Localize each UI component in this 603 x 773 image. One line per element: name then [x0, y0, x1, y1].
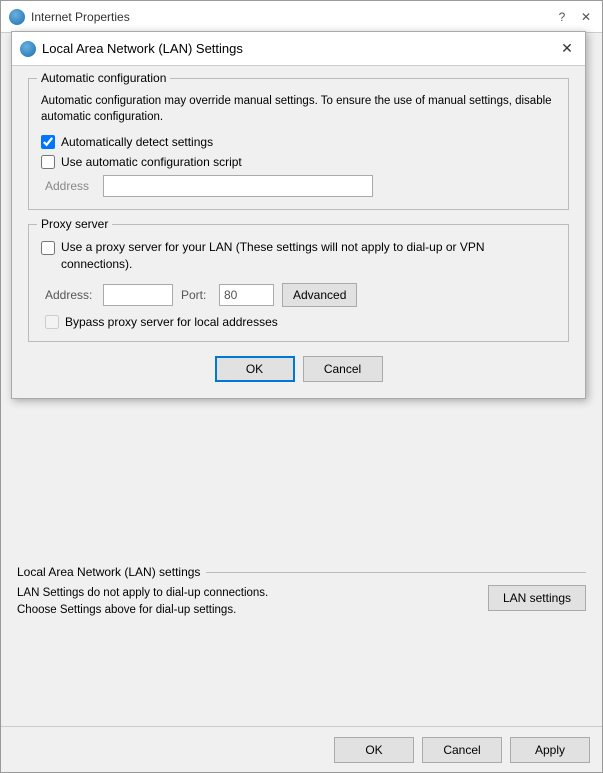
auto-address-row: Address — [41, 175, 556, 197]
use-script-label: Use automatic configuration script — [61, 155, 242, 169]
lan-cancel-button[interactable]: Cancel — [303, 356, 383, 382]
lan-info-row: LAN Settings do not apply to dial-up con… — [17, 585, 586, 618]
auto-detect-checkbox[interactable] — [41, 135, 55, 149]
auto-detect-label: Automatically detect settings — [61, 135, 213, 149]
auto-detect-row: Automatically detect settings — [41, 135, 556, 149]
proxy-address-label: Address: — [45, 288, 95, 302]
outer-titlebar-icons: ? ✕ — [554, 9, 594, 25]
lan-titlebar-left: Local Area Network (LAN) Settings — [20, 41, 243, 57]
auto-config-content: Automatic configuration may override man… — [41, 87, 556, 197]
lan-titlebar: Local Area Network (LAN) Settings ✕ — [12, 32, 585, 66]
bypass-label: Bypass proxy server for local addresses — [65, 315, 278, 329]
proxy-address-input[interactable] — [103, 284, 173, 306]
proxy-server-group: Proxy server Use a proxy server for your… — [28, 224, 569, 342]
outer-window-title: Internet Properties — [31, 10, 130, 24]
lan-section: Local Area Network (LAN) settings LAN Se… — [17, 565, 586, 634]
bypass-row: Bypass proxy server for local addresses — [41, 315, 556, 329]
auto-config-group: Automatic configuration Automatic config… — [28, 78, 569, 210]
lan-body: Automatic configuration Automatic config… — [12, 66, 585, 398]
globe-icon — [9, 9, 25, 25]
lan-settings-button[interactable]: LAN settings — [488, 585, 586, 611]
use-script-checkbox[interactable] — [41, 155, 55, 169]
bottom-ok-button[interactable]: OK — [334, 737, 414, 763]
bottom-cancel-button[interactable]: Cancel — [422, 737, 502, 763]
lan-dialog-buttons: OK Cancel — [28, 356, 569, 382]
lan-ok-button[interactable]: OK — [215, 356, 295, 382]
auto-config-group-label: Automatic configuration — [37, 71, 170, 85]
auto-config-info: Automatic configuration may override man… — [41, 93, 556, 125]
lan-dialog: Local Area Network (LAN) Settings ✕ Auto… — [11, 31, 586, 399]
auto-address-label: Address — [45, 179, 95, 193]
bottom-apply-button[interactable]: Apply — [510, 737, 590, 763]
lan-close-button[interactable]: ✕ — [557, 39, 577, 59]
outer-window: Internet Properties ? ✕ Local Area Netwo… — [0, 0, 603, 773]
outer-titlebar-left: Internet Properties — [9, 9, 130, 25]
use-script-row: Use automatic configuration script — [41, 155, 556, 169]
use-proxy-checkbox[interactable] — [41, 241, 55, 255]
lan-dialog-title: Local Area Network (LAN) Settings — [42, 41, 243, 56]
help-icon[interactable]: ? — [554, 9, 570, 25]
proxy-server-content: Use a proxy server for your LAN (These s… — [41, 233, 556, 329]
proxy-port-label: Port: — [181, 288, 211, 302]
outer-titlebar: Internet Properties ? ✕ — [1, 1, 602, 33]
lan-globe-icon — [20, 41, 36, 57]
use-proxy-label: Use a proxy server for your LAN (These s… — [61, 239, 551, 273]
advanced-button[interactable]: Advanced — [282, 283, 357, 307]
use-proxy-row: Use a proxy server for your LAN (These s… — [41, 239, 556, 273]
bypass-checkbox[interactable] — [45, 315, 59, 329]
proxy-port-input[interactable] — [219, 284, 274, 306]
lan-section-divider — [206, 572, 586, 573]
auto-address-input[interactable] — [103, 175, 373, 197]
proxy-address-row: Address: Port: Advanced — [41, 283, 556, 307]
lan-section-label: Local Area Network (LAN) settings — [17, 565, 200, 579]
bottom-bar: OK Cancel Apply — [1, 726, 602, 772]
lan-section-label-row: Local Area Network (LAN) settings — [17, 565, 586, 579]
close-outer-icon[interactable]: ✕ — [578, 9, 594, 25]
lan-info-text: LAN Settings do not apply to dial-up con… — [17, 585, 476, 618]
proxy-server-group-label: Proxy server — [37, 217, 112, 231]
